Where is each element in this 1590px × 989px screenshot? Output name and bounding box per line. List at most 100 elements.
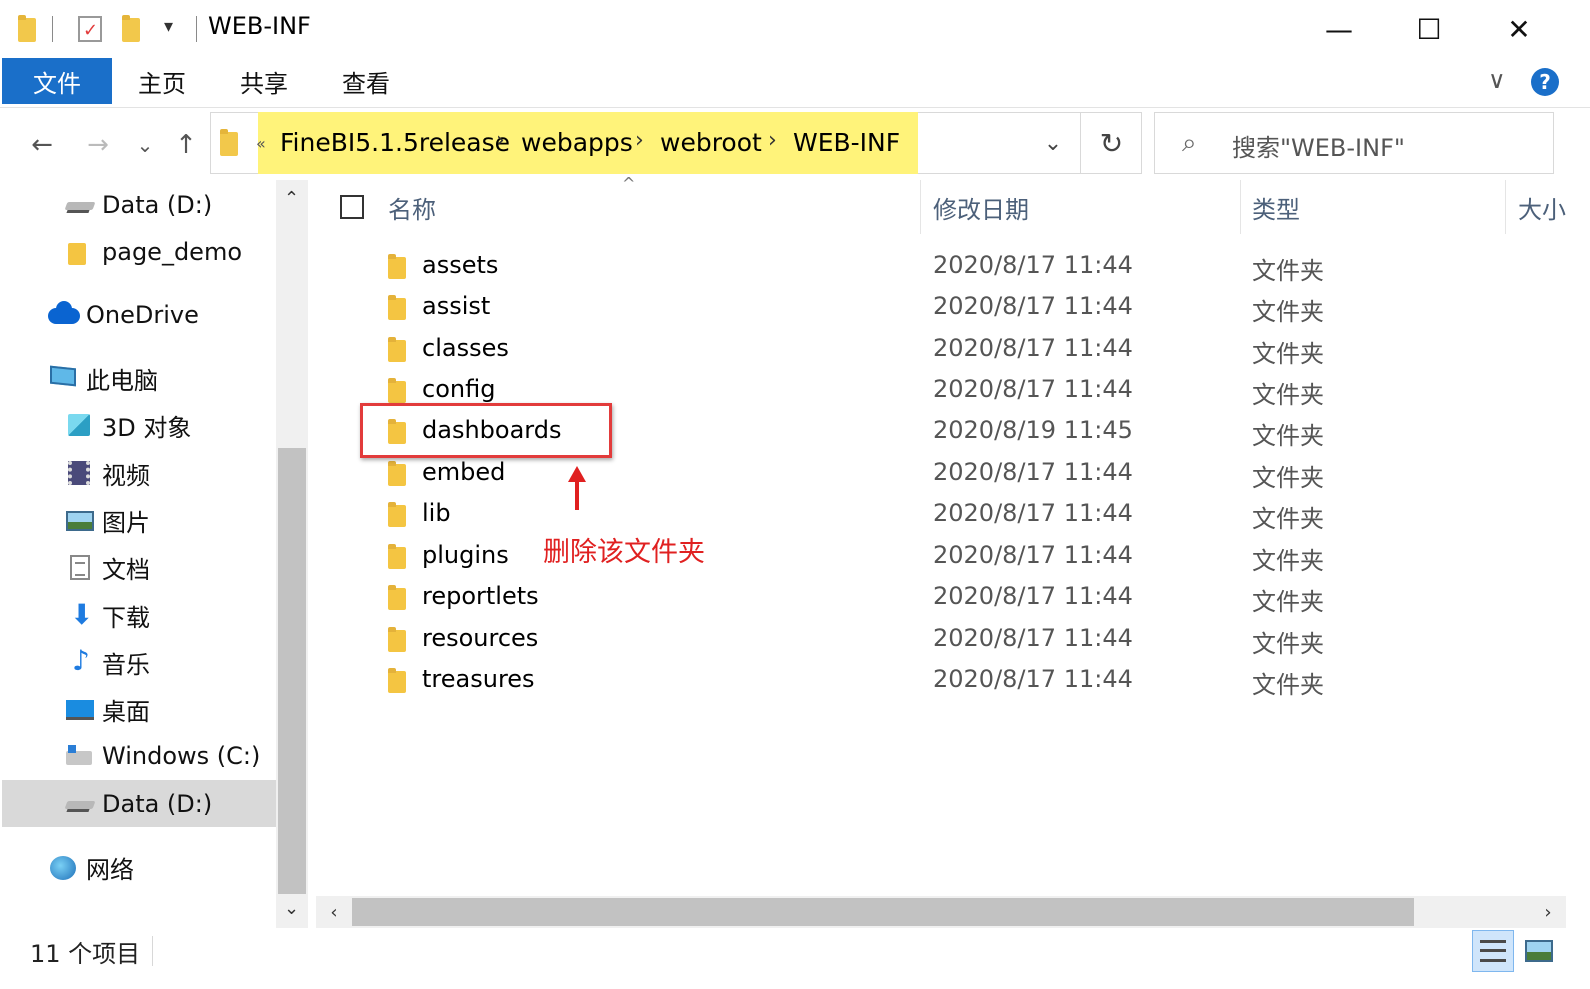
properties-icon[interactable]: ✓: [78, 16, 102, 42]
sidebar-item-this-pc[interactable]: 此电脑: [48, 355, 274, 401]
column-divider[interactable]: [1505, 180, 1506, 234]
sidebar-item-onedrive[interactable]: OneDrive: [48, 292, 274, 338]
sidebar-item-label: Windows (C:): [102, 742, 261, 770]
sidebar-item-label: 下载: [102, 603, 150, 632]
breadcrumb-separator[interactable]: ›: [496, 128, 505, 153]
tab-view[interactable]: 查看: [342, 58, 390, 104]
breadcrumb-separator[interactable]: ›: [768, 128, 777, 153]
refresh-button[interactable]: ↻: [1080, 112, 1142, 174]
file-modified: 2020/8/17 11:44: [933, 499, 1133, 527]
breadcrumb-webapps[interactable]: webapps: [521, 128, 633, 157]
desktop-icon: [64, 696, 94, 722]
file-name: embed: [422, 458, 506, 486]
onedrive-icon: [48, 301, 80, 328]
file-modified: 2020/8/17 11:44: [933, 458, 1133, 486]
close-button[interactable]: ✕: [1474, 0, 1564, 58]
file-modified: 2020/8/17 11:44: [933, 624, 1133, 652]
forward-button[interactable]: →: [78, 122, 118, 168]
file-row[interactable]: treasures 2020/8/17 11:44 文件夹: [330, 661, 1570, 702]
sidebar-item-label: 网络: [86, 855, 134, 884]
sidebar-item-label: 图片: [102, 508, 150, 537]
customize-quick-access-icon[interactable]: ▾: [164, 16, 173, 37]
column-divider[interactable]: [1240, 180, 1241, 234]
sidebar-item-label: Data (D:): [102, 790, 213, 818]
overflow-icon[interactable]: «: [256, 134, 266, 153]
toolbar-divider: [196, 16, 197, 42]
folder-icon: [220, 129, 238, 156]
downloads-icon: ⬇: [70, 598, 94, 631]
expand-ribbon-icon[interactable]: ∨: [1488, 66, 1506, 94]
maximize-button[interactable]: ☐: [1384, 0, 1474, 58]
column-divider[interactable]: [920, 180, 921, 234]
scroll-left-icon[interactable]: ‹: [318, 896, 350, 928]
file-modified: 2020/8/17 11:44: [933, 334, 1133, 362]
file-modified: 2020/8/17 11:44: [933, 251, 1133, 279]
minimize-button[interactable]: —: [1294, 0, 1384, 58]
up-button[interactable]: ↑: [166, 122, 206, 168]
address-dropdown-icon[interactable]: ⌄: [1030, 112, 1076, 174]
sidebar-item-3d-objects[interactable]: 3D 对象: [64, 402, 274, 448]
select-all-checkbox[interactable]: [340, 195, 364, 219]
file-row[interactable]: assist 2020/8/17 11:44 文件夹: [330, 288, 1570, 329]
column-header-modified[interactable]: 修改日期: [933, 180, 1233, 234]
sidebar-item-network[interactable]: 网络: [48, 844, 274, 890]
recent-locations-button[interactable]: ⌄: [130, 122, 160, 168]
music-icon: ♪: [72, 644, 90, 677]
sidebar-item-label: 音乐: [102, 650, 150, 679]
breadcrumb-web-inf[interactable]: WEB-INF: [793, 128, 900, 157]
sidebar-item-documents[interactable]: 文档: [64, 544, 274, 590]
sidebar-item-label: OneDrive: [86, 301, 199, 329]
ribbon: [0, 58, 1590, 108]
file-row[interactable]: classes 2020/8/17 11:44 文件夹: [330, 330, 1570, 371]
horizontal-scroll-thumb[interactable]: [352, 898, 1414, 926]
sidebar-item-data-d[interactable]: Data (D:): [64, 182, 274, 228]
file-row[interactable]: assets 2020/8/17 11:44 文件夹: [330, 247, 1570, 288]
sidebar-item-label: Data (D:): [102, 191, 213, 219]
folder-icon[interactable]: [18, 15, 36, 42]
search-input[interactable]: 搜索"WEB-INF": [1232, 128, 1405, 163]
file-row[interactable]: reportlets 2020/8/17 11:44 文件夹: [330, 578, 1570, 619]
file-type: 文件夹: [1252, 547, 1324, 575]
help-icon[interactable]: ?: [1531, 68, 1559, 96]
file-name: reportlets: [422, 582, 539, 610]
details-view-button[interactable]: [1472, 930, 1514, 972]
scroll-up-icon[interactable]: ⌃: [284, 188, 299, 209]
file-row[interactable]: plugins 2020/8/17 11:44 文件夹: [330, 537, 1570, 578]
back-button[interactable]: ←: [22, 122, 62, 168]
tab-home[interactable]: 主页: [138, 58, 186, 104]
column-header-size[interactable]: 大小: [1518, 180, 1590, 234]
column-header-type[interactable]: 类型: [1252, 180, 1502, 234]
folder-icon: [388, 254, 406, 279]
sidebar-item-downloads[interactable]: ⬇ 下载: [64, 592, 274, 638]
search-icon: ⌕: [1182, 128, 1197, 158]
file-row[interactable]: lib 2020/8/17 11:44 文件夹: [330, 495, 1570, 536]
breadcrumb-finebi[interactable]: FineBI5.1.5release: [280, 128, 510, 157]
sidebar-item-data-d-selected[interactable]: Data (D:): [64, 781, 274, 827]
folder-icon: [388, 337, 406, 362]
file-name: plugins: [422, 541, 509, 569]
folder-icon: [388, 461, 406, 486]
tab-file[interactable]: 文件: [2, 58, 112, 104]
network-icon: [48, 854, 78, 880]
sidebar-item-pictures[interactable]: 图片: [64, 497, 274, 543]
sidebar-item-videos[interactable]: 视频: [64, 450, 274, 496]
scroll-right-icon[interactable]: ›: [1532, 896, 1564, 928]
sidebar-item-page-demo[interactable]: page_demo: [64, 229, 274, 275]
sidebar-item-label: 视频: [102, 461, 150, 490]
scroll-down-icon[interactable]: ⌄: [284, 898, 299, 919]
file-name: assist: [422, 292, 491, 320]
file-name: treasures: [422, 665, 535, 693]
sidebar-item-windows-c[interactable]: Windows (C:): [64, 733, 274, 779]
file-row[interactable]: embed 2020/8/17 11:44 文件夹: [330, 454, 1570, 495]
sidebar-item-label: 文档: [102, 555, 150, 584]
tab-share[interactable]: 共享: [240, 58, 288, 104]
sidebar-scroll-thumb[interactable]: [278, 448, 306, 894]
sidebar-item-music[interactable]: ♪ 音乐: [64, 639, 274, 685]
breadcrumb-webroot[interactable]: webroot: [660, 128, 762, 157]
breadcrumb-separator[interactable]: ›: [635, 128, 644, 153]
column-header-name[interactable]: 名称: [388, 180, 918, 234]
sidebar-item-desktop[interactable]: 桌面: [64, 686, 274, 732]
large-icons-view-button[interactable]: [1518, 930, 1560, 972]
file-row[interactable]: resources 2020/8/17 11:44 文件夹: [330, 620, 1570, 661]
new-folder-icon[interactable]: [122, 15, 140, 42]
